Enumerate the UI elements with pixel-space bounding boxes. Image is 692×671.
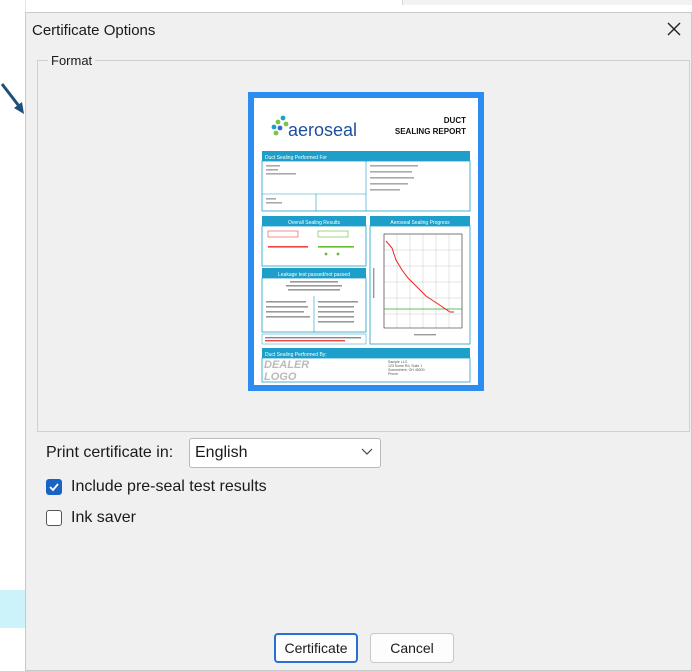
chevron-down-icon bbox=[361, 448, 373, 455]
background-window-edge bbox=[402, 0, 692, 5]
report-thumbnail: aeroseal DUCT SEALING REPORT Duct Sealin… bbox=[261, 115, 471, 383]
certificate-button[interactable]: Certificate bbox=[274, 633, 358, 663]
aeroseal-logo-icon bbox=[271, 115, 289, 136]
section-leakage: Leakage test passed/not passed bbox=[278, 272, 350, 278]
brand-name: aeroseal bbox=[288, 120, 357, 140]
language-select-value: English bbox=[195, 444, 248, 461]
ink-saver-checkbox[interactable] bbox=[46, 510, 62, 526]
close-button[interactable] bbox=[661, 16, 687, 42]
language-select[interactable]: English bbox=[189, 438, 381, 468]
dealer-line: Phone bbox=[388, 372, 398, 376]
dialog-title: Certificate Options bbox=[32, 22, 156, 39]
section-overall: Overall Sealing Results bbox=[288, 220, 340, 226]
dealer-logo-line2: LOGO bbox=[264, 371, 297, 383]
checkmark-icon bbox=[49, 483, 59, 492]
section-performed-for: Duct Sealing Performed For bbox=[265, 155, 327, 161]
dealer-logo-line1: DEALER bbox=[264, 359, 309, 371]
certificate-preview: aeroseal DUCT SEALING REPORT Duct Sealin… bbox=[248, 92, 484, 391]
progress-line bbox=[385, 240, 454, 313]
background-highlight bbox=[0, 590, 25, 628]
report-title-line1: DUCT bbox=[444, 116, 466, 125]
report-title-line2: SEALING REPORT bbox=[395, 127, 466, 136]
arrow-pointer-icon bbox=[0, 83, 24, 114]
certificate-options-dialog: Certificate Options Format aeroseal DUCT… bbox=[25, 12, 692, 671]
include-preseal-checkbox[interactable] bbox=[46, 479, 62, 495]
language-label: Print certificate in: bbox=[46, 444, 174, 461]
report-page: aeroseal DUCT SEALING REPORT Duct Sealin… bbox=[254, 98, 478, 385]
section-performed-by: Duct Sealing Performed By: bbox=[265, 352, 327, 358]
format-group-label: Format bbox=[48, 53, 96, 68]
ink-saver-label: Ink saver bbox=[71, 509, 136, 526]
progress-chart-grid bbox=[383, 233, 463, 328]
cancel-button[interactable]: Cancel bbox=[370, 633, 454, 663]
close-icon bbox=[667, 22, 681, 36]
section-progress: Aeroseal Sealing Progress bbox=[390, 220, 450, 226]
include-preseal-label: Include pre-seal test results bbox=[71, 478, 267, 495]
